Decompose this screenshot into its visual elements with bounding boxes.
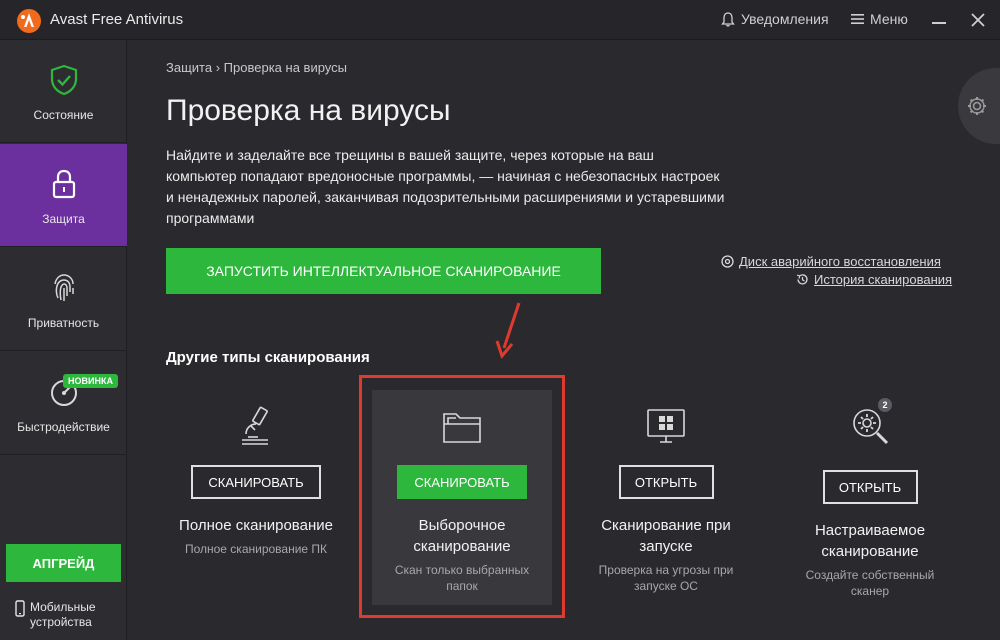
title-bar: Avast Free Antivirus Уведомления Меню	[0, 0, 1000, 40]
fingerprint-icon	[53, 274, 74, 301]
card-description: Скан только выбранных папок	[394, 563, 530, 593]
sidebar-item-label: Приватность	[27, 316, 100, 330]
notifications-label: Уведомления	[741, 11, 829, 27]
avast-logo-icon	[17, 9, 41, 33]
breadcrumb: Защита › Проверка на вирусы	[166, 60, 347, 75]
bell-icon	[721, 11, 735, 27]
card-title: Сканирование при запуске	[601, 517, 731, 555]
minimize-button[interactable]	[930, 8, 948, 32]
sidebar-item-label: Быстродействие	[17, 420, 110, 434]
card-title: Выборочное сканирование	[413, 517, 511, 555]
breadcrumb-separator: ›	[215, 60, 221, 75]
other-scans-heading: Другие типы сканирования	[166, 349, 370, 366]
shield-check-icon	[50, 64, 77, 96]
card-description: Создайте собственный сканер	[805, 568, 935, 598]
full-scan-button[interactable]: СКАНИРОВАТЬ	[191, 465, 321, 499]
upgrade-button[interactable]: АПГРЕЙД	[6, 544, 121, 582]
breadcrumb-parent[interactable]: Защита	[166, 60, 212, 75]
card-title: Полное сканирование	[179, 517, 333, 534]
sidebar-item-label: Состояние	[33, 108, 94, 122]
sidebar: Состояние Защита Приватность НОВИНКА Быс…	[0, 40, 127, 640]
windows-monitor-icon	[647, 409, 685, 443]
smart-scan-button[interactable]: ЗАПУСТИТЬ ИНТЕЛЛЕКТУАЛЬНОЕ СКАНИРОВАНИЕ	[166, 248, 601, 294]
scan-card-targeted: СКАНИРОВАТЬ Выборочное сканирование Скан…	[372, 390, 552, 605]
mobile-devices-link[interactable]: Мобильные устройства	[14, 600, 124, 630]
custom-scan-icon-wrap: 2	[848, 390, 892, 453]
breadcrumb-current: Проверка на вирусы	[223, 60, 347, 75]
rescue-disk-icon	[721, 255, 734, 268]
sidebar-item-privacy[interactable]: Приватность	[0, 248, 127, 351]
microscope-icon	[242, 406, 268, 445]
notifications-button[interactable]: Уведомления	[721, 11, 829, 27]
scan-card-boot: ОТКРЫТЬ Сканирование при запуске Проверк…	[576, 390, 756, 605]
scan-history-link[interactable]: История сканирования	[796, 272, 952, 287]
hamburger-icon	[851, 14, 864, 24]
page-title: Проверка на вирусы	[166, 94, 451, 127]
close-icon[interactable]	[968, 8, 988, 32]
card-description: Проверка на угрозы при запуске ОС	[598, 563, 734, 593]
page-description: Найдите и заделайте все трещины в вашей …	[166, 147, 725, 226]
scan-card-custom: 2 ОТКРЫТЬ Настраиваемое сканирование Соз…	[780, 390, 960, 605]
card-title: Настраиваемое сканирование	[814, 522, 926, 560]
sidebar-item-status[interactable]: Состояние	[0, 40, 127, 143]
card-description: Полное сканирование ПК	[184, 542, 328, 556]
scan-card-full: СКАНИРОВАТЬ Полное сканирование Полное с…	[166, 390, 346, 605]
sidebar-item-performance[interactable]: НОВИНКА Быстродействие	[0, 352, 127, 455]
annotation-arrow-icon	[495, 302, 521, 360]
mobile-devices-label: Мобильные устройства	[30, 600, 96, 629]
sidebar-item-label: Защита	[42, 212, 85, 226]
new-badge: НОВИНКА	[63, 374, 118, 388]
app-title: Avast Free Antivirus	[50, 11, 184, 28]
rescue-disk-link[interactable]: Диск аварийного восстановления	[721, 254, 941, 269]
gear-icon	[968, 97, 986, 115]
menu-label: Меню	[870, 11, 908, 27]
folder-icon	[443, 413, 481, 443]
phone-icon	[15, 600, 25, 617]
menu-button[interactable]: Меню	[851, 11, 908, 27]
custom-scan-count-badge: 2	[878, 398, 892, 412]
history-icon	[796, 274, 808, 285]
targeted-scan-button[interactable]: СКАНИРОВАТЬ	[397, 465, 527, 499]
lock-icon	[52, 169, 75, 199]
boot-scan-open-button[interactable]: ОТКРЫТЬ	[618, 465, 714, 499]
sidebar-item-protection[interactable]: Защита	[0, 144, 127, 247]
custom-scan-open-button[interactable]: ОТКРЫТЬ	[822, 470, 918, 504]
rescue-disk-label: Диск аварийного восстановления	[739, 254, 941, 269]
settings-button[interactable]	[958, 68, 1000, 144]
scan-history-label: История сканирования	[814, 272, 953, 287]
